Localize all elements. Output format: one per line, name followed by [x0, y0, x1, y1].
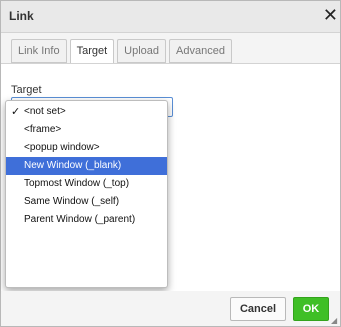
tab-bar: Link Info Target Upload Advanced — [11, 39, 232, 64]
link-dialog: Link ✕ Link Info Target Upload Advanced … — [0, 0, 341, 327]
option-parent-window[interactable]: Parent Window (_parent) — [6, 211, 167, 229]
option-same-window[interactable]: Same Window (_self) — [6, 193, 167, 211]
target-dropdown-menu: ✓ <not set> <frame> <popup window> New W… — [5, 100, 168, 288]
checkmark-icon: ✓ — [11, 106, 21, 118]
close-icon[interactable]: ✕ — [323, 5, 338, 25]
option-label: Parent Window (_parent) — [24, 214, 136, 225]
option-label: Topmost Window (_top) — [24, 178, 130, 189]
option-label: <popup window> — [24, 142, 100, 153]
dialog-footer: Cancel OK ◢ — [1, 291, 340, 326]
option-label: New Window (_blank) — [24, 160, 122, 171]
target-panel: Target ✓ <not set> <frame> <popup window… — [1, 63, 340, 292]
tab-target[interactable]: Target — [69, 39, 115, 64]
option-not-set[interactable]: ✓ <not set> — [6, 103, 167, 121]
dialog-title: Link — [9, 9, 34, 23]
option-topmost-window[interactable]: Topmost Window (_top) — [6, 175, 167, 193]
tab-link-info[interactable]: Link Info — [11, 39, 67, 63]
target-label: Target — [11, 84, 42, 96]
option-label: Same Window (_self) — [24, 196, 120, 207]
tab-upload[interactable]: Upload — [117, 39, 167, 63]
option-frame[interactable]: <frame> — [6, 121, 167, 139]
ok-button[interactable]: OK — [293, 297, 329, 321]
tab-advanced[interactable]: Advanced — [169, 39, 232, 63]
option-new-window[interactable]: New Window (_blank) — [6, 157, 167, 175]
option-label: <frame> — [24, 124, 62, 135]
option-popup-window[interactable]: <popup window> — [6, 139, 167, 157]
option-label: <not set> — [24, 106, 66, 117]
resize-grip-icon[interactable]: ◢ — [331, 317, 339, 325]
dialog-titlebar[interactable]: Link ✕ — [1, 1, 340, 33]
cancel-button[interactable]: Cancel — [230, 297, 286, 321]
